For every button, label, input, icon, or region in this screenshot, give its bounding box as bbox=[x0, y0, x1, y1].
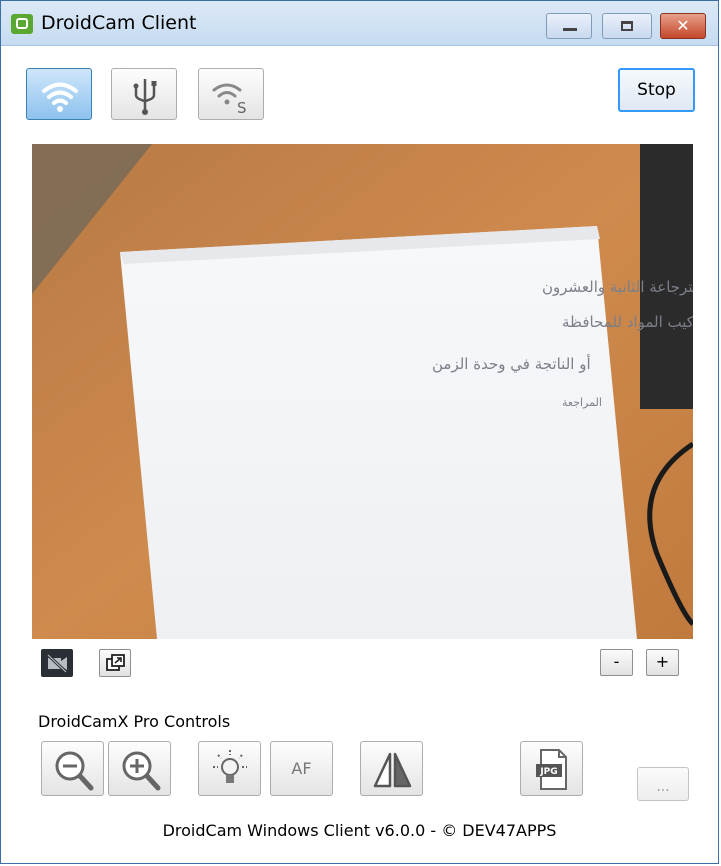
autofocus-label: AF bbox=[291, 759, 312, 778]
handwriting-line-2: التعريف : هو تبسيط للتغير في تراكيب المو… bbox=[562, 313, 693, 332]
wifi-connect-button[interactable] bbox=[26, 68, 92, 120]
zoom-out-small-button[interactable]: - bbox=[600, 649, 633, 676]
more-options-button[interactable]: ... bbox=[637, 767, 689, 801]
autofocus-button[interactable]: AF bbox=[270, 741, 333, 796]
wifi-icon bbox=[42, 82, 78, 112]
zoom-out-button[interactable] bbox=[41, 741, 104, 796]
light-bulb-icon bbox=[213, 750, 247, 783]
zoom-in-small-button[interactable]: + bbox=[646, 649, 679, 676]
stop-button[interactable]: Stop bbox=[618, 68, 695, 112]
jpg-badge: JPG bbox=[539, 767, 557, 777]
wifi-server-badge: S bbox=[237, 99, 247, 117]
window-title: DroidCam Client bbox=[41, 12, 197, 34]
maximize-icon bbox=[621, 21, 633, 31]
camera-preview: استرجاعة الثانية والعشرون التعريف : هو ت… bbox=[32, 144, 693, 639]
handwriting-line-4: المراجعة bbox=[562, 396, 602, 409]
footer-text: DroidCam Windows Client v6.0.0 - © DEV47… bbox=[162, 821, 557, 840]
close-button[interactable]: ✕ bbox=[660, 13, 706, 39]
save-jpg-button[interactable]: JPG bbox=[520, 741, 583, 796]
droidcam-window: DroidCam Client ✕ S Stop استرجاعة الثاني… bbox=[0, 0, 719, 864]
pro-controls-label: DroidCamX Pro Controls bbox=[38, 712, 231, 731]
zoom-out-icon bbox=[55, 751, 94, 791]
video-off-icon bbox=[46, 653, 68, 674]
handwriting-line-1: استرجاعة الثانية والعشرون bbox=[542, 278, 693, 296]
jpg-file-icon: JPG bbox=[536, 749, 567, 790]
zoom-in-icon bbox=[122, 751, 161, 791]
popout-window-button[interactable] bbox=[99, 649, 131, 677]
usb-icon bbox=[133, 79, 157, 115]
popout-window-icon bbox=[106, 654, 125, 671]
title-bar[interactable]: DroidCam Client ✕ bbox=[1, 1, 718, 46]
mirror-button[interactable] bbox=[360, 741, 423, 796]
maximize-button[interactable] bbox=[602, 13, 652, 39]
close-icon: ✕ bbox=[676, 16, 690, 35]
zoom-in-button[interactable] bbox=[108, 741, 171, 796]
minimize-button[interactable] bbox=[546, 13, 592, 39]
handwriting-line-3: أو الناتجة في وحدة الزمن bbox=[432, 354, 591, 374]
droidcam-app-icon bbox=[11, 14, 33, 34]
minimize-icon bbox=[563, 28, 577, 31]
usb-connect-button[interactable] bbox=[111, 68, 177, 120]
flashlight-button[interactable] bbox=[198, 741, 261, 796]
camera-feed-image: استرجاعة الثانية والعشرون التعريف : هو ت… bbox=[32, 144, 693, 639]
mirror-flip-icon bbox=[373, 752, 412, 788]
wifi-server-icon: S bbox=[212, 83, 247, 117]
video-off-button[interactable] bbox=[41, 649, 73, 677]
wifi-server-button[interactable]: S bbox=[198, 68, 264, 120]
